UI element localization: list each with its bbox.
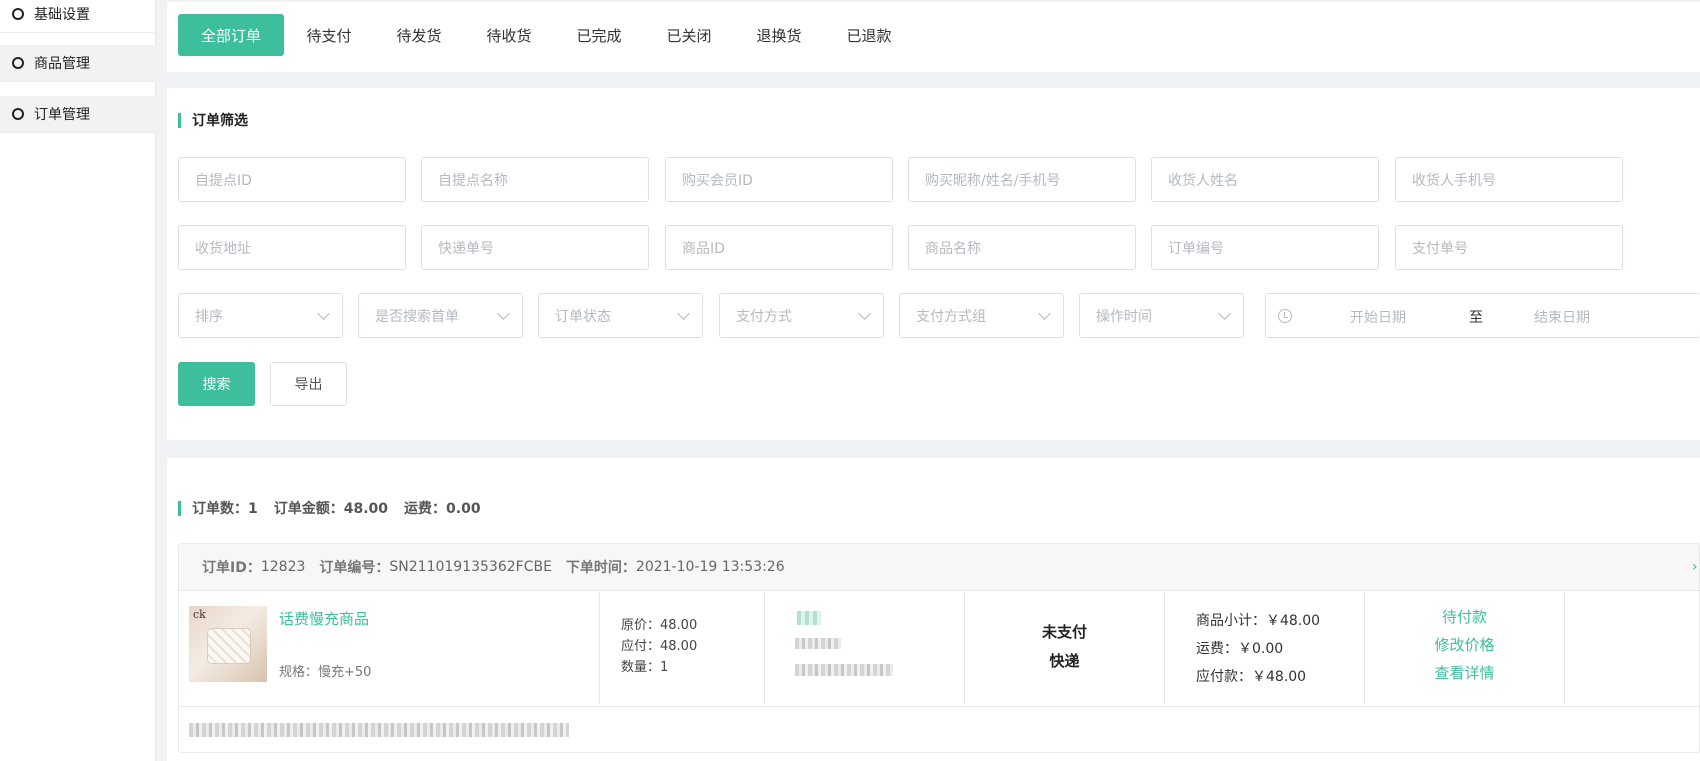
buyer-member-id-input[interactable]: 购买会员ID bbox=[665, 157, 893, 202]
circle-icon bbox=[12, 57, 24, 69]
clock-icon bbox=[1278, 309, 1292, 323]
chevron-down-icon bbox=[858, 307, 871, 320]
buyer-cell bbox=[765, 591, 965, 705]
sidebar-item-label: 基础设置 bbox=[34, 7, 90, 23]
chevron-down-icon bbox=[317, 307, 330, 320]
product-cell: ck 话费慢充商品 规格：慢充+50 bbox=[179, 591, 600, 705]
filter-title: 订单筛选 bbox=[178, 110, 248, 130]
order-filter-panel: 订单筛选 自提点ID 自提点名称 购买会员ID 购买昵称/姓名/手机号 收货人姓… bbox=[167, 88, 1700, 440]
tab-refunded[interactable]: 已退款 bbox=[824, 14, 914, 56]
quantity: 数量：1 bbox=[621, 660, 669, 675]
payment-method-select[interactable]: 支付方式 bbox=[719, 293, 884, 338]
title-accent-bar bbox=[178, 112, 181, 128]
more-link-fragment[interactable]: › bbox=[1692, 559, 1698, 575]
amount-cell: 商品小计：￥48.00 运费：￥0.00 应付款：￥48.00 bbox=[1165, 591, 1365, 705]
actions-cell: 待付款 修改价格 查看详情 bbox=[1365, 591, 1565, 705]
title-accent-bar bbox=[178, 500, 181, 516]
first-order-select[interactable]: 是否搜索首单 bbox=[358, 293, 523, 338]
tab-all-orders[interactable]: 全部订单 bbox=[178, 14, 284, 56]
product-name-link[interactable]: 话费慢充商品 bbox=[279, 608, 369, 629]
tab-pending-payment[interactable]: 待支付 bbox=[284, 14, 374, 56]
buyer-name-phone-input[interactable]: 购买昵称/姓名/手机号 bbox=[908, 157, 1136, 202]
edit-price-link[interactable]: 修改价格 bbox=[1365, 631, 1564, 659]
subtotal: 商品小计：￥48.00 bbox=[1196, 613, 1321, 629]
order-header: 订单ID： 12823 订单编号： SN211019135362FCBE 下单时… bbox=[179, 544, 1699, 591]
circle-icon bbox=[12, 108, 24, 120]
receiver-phone-input[interactable]: 收货人手机号 bbox=[1395, 157, 1623, 202]
payable-amount: 应付款：￥48.00 bbox=[1196, 669, 1307, 685]
order-time: 2021-10-19 13:53:26 bbox=[635, 559, 785, 575]
order-summary: 订单数：1 订单金额：48.00 运费：0.00 bbox=[178, 498, 497, 518]
view-detail-link[interactable]: 查看详情 bbox=[1365, 659, 1564, 687]
chevron-down-icon bbox=[677, 307, 690, 320]
order-number-label: 订单编号： bbox=[319, 560, 390, 576]
sidebar-item-product-management[interactable]: 商品管理 bbox=[0, 45, 156, 82]
date-separator: 至 bbox=[1469, 310, 1483, 326]
payment-group-select[interactable]: 支付方式组 bbox=[899, 293, 1064, 338]
operation-time-select[interactable]: 操作时间 bbox=[1079, 293, 1244, 338]
sidebar-item-basic-settings[interactable]: 基础设置 bbox=[0, 0, 156, 33]
payable-price: 应付：48.00 bbox=[621, 639, 698, 654]
sidebar-item-label: 商品管理 bbox=[34, 56, 90, 72]
price-cell: 原价：48.00 应付：48.00 数量：1 bbox=[600, 591, 765, 705]
product-id-input[interactable]: 商品ID bbox=[665, 225, 893, 270]
freight: 运费：￥0.00 bbox=[1196, 641, 1284, 657]
start-date[interactable]: 开始日期 bbox=[1350, 307, 1406, 327]
tab-pending-receipt[interactable]: 待收货 bbox=[464, 14, 554, 56]
chevron-down-icon bbox=[497, 307, 510, 320]
blurred-address bbox=[189, 723, 569, 737]
tracking-number-input[interactable]: 快递单号 bbox=[421, 225, 649, 270]
export-button[interactable]: 导出 bbox=[270, 362, 347, 406]
end-date[interactable]: 结束日期 bbox=[1534, 307, 1590, 327]
pending-payment-link[interactable]: 待付款 bbox=[1365, 603, 1564, 631]
bag-image bbox=[207, 628, 251, 664]
order-amount: 订单金额：48.00 bbox=[273, 501, 389, 517]
pickup-point-id-input[interactable]: 自提点ID bbox=[178, 157, 406, 202]
sidebar-item-label: 订单管理 bbox=[34, 107, 90, 123]
order-id: 12823 bbox=[260, 559, 306, 575]
product-spec: 规格：慢充+50 bbox=[279, 665, 372, 680]
blurred-buyer-name bbox=[795, 638, 841, 649]
tab-returns[interactable]: 退换货 bbox=[734, 14, 824, 56]
chevron-down-icon bbox=[1218, 307, 1231, 320]
sidebar-item-order-management[interactable]: 订单管理 bbox=[0, 96, 156, 133]
order-number: SN211019135362FCBE bbox=[389, 559, 552, 575]
order-tabs-bar: 全部订单 待支付 待发货 待收货 已完成 已关闭 退换货 已退款 bbox=[167, 2, 1700, 72]
receiver-name-input[interactable]: 收货人姓名 bbox=[1151, 157, 1379, 202]
order-id-label: 订单ID： bbox=[202, 560, 261, 576]
pickup-point-name-input[interactable]: 自提点名称 bbox=[421, 157, 649, 202]
search-button[interactable]: 搜索 bbox=[178, 362, 255, 406]
shipping-address-row bbox=[179, 706, 1699, 752]
sort-select[interactable]: 排序 bbox=[178, 293, 343, 338]
order-status-select[interactable]: 订单状态 bbox=[538, 293, 703, 338]
order-time-label: 下单时间： bbox=[565, 560, 636, 576]
original-price: 原价：48.00 bbox=[621, 618, 698, 633]
order-freight: 运费：0.00 bbox=[404, 501, 481, 517]
blurred-avatar bbox=[797, 611, 821, 625]
order-number-input[interactable]: 订单编号 bbox=[1151, 225, 1379, 270]
shipping-address-input[interactable]: 收货地址 bbox=[178, 225, 406, 270]
thumbnail-logo: ck bbox=[193, 608, 206, 621]
order-list-panel: 订单数：1 订单金额：48.00 运费：0.00 订单ID： 12823 订单编… bbox=[167, 458, 1700, 761]
tab-pending-shipment[interactable]: 待发货 bbox=[374, 14, 464, 56]
payment-status-cell: 未支付 快递 bbox=[965, 591, 1165, 705]
pay-status: 未支付 bbox=[1041, 623, 1087, 641]
product-thumbnail[interactable]: ck bbox=[189, 606, 267, 682]
date-range-picker[interactable]: 开始日期 至 结束日期 bbox=[1265, 293, 1700, 338]
order-count: 订单数：1 bbox=[192, 501, 258, 517]
blurred-buyer-phone bbox=[795, 664, 893, 676]
tab-closed[interactable]: 已关闭 bbox=[644, 14, 734, 56]
delivery-method: 快递 bbox=[1049, 652, 1080, 670]
order-card: 订单ID： 12823 订单编号： SN211019135362FCBE 下单时… bbox=[178, 543, 1700, 753]
circle-icon bbox=[12, 8, 24, 20]
product-name-input[interactable]: 商品名称 bbox=[908, 225, 1136, 270]
tab-completed[interactable]: 已完成 bbox=[554, 14, 644, 56]
chevron-down-icon bbox=[1038, 307, 1051, 320]
payment-number-input[interactable]: 支付单号 bbox=[1395, 225, 1623, 270]
sidebar: 基础设置 商品管理 订单管理 bbox=[0, 0, 156, 761]
